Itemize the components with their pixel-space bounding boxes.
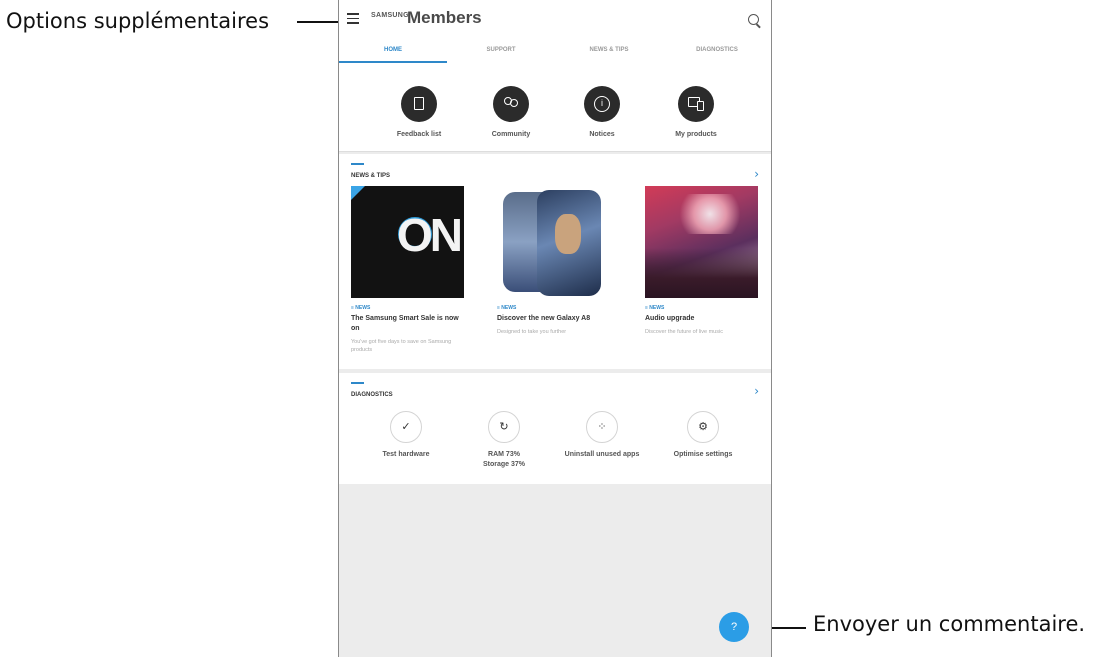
brand-label: SAMSUNG xyxy=(371,12,409,19)
checkmark-icon: ✓ xyxy=(390,411,422,443)
tab-support[interactable]: SUPPORT xyxy=(447,41,555,65)
quick-action-community[interactable]: Community xyxy=(471,86,551,138)
quick-action-feedback-list[interactable]: Feedback list xyxy=(379,86,459,138)
news-card-tag: ≡ NEWS xyxy=(645,305,665,311)
diagnostics-title: DIAGNOSTICS xyxy=(351,392,393,398)
feedback-fab-button[interactable]: ? xyxy=(719,612,749,642)
app-header: SAMSUNG Members xyxy=(339,0,771,41)
document-icon xyxy=(401,86,437,122)
news-card[interactable]: ON ≡ NEWS The Samsung Smart Sale is now … xyxy=(351,186,464,354)
news-card-tag: ≡ NEWS xyxy=(351,305,371,311)
tab-news-tips[interactable]: NEWS & TIPS xyxy=(555,41,663,65)
search-icon[interactable] xyxy=(748,14,759,25)
quick-action-label: Notices xyxy=(589,131,615,138)
diagnostics-optimise-settings[interactable]: ⚙ Optimise settings xyxy=(658,411,748,460)
community-icon xyxy=(493,86,529,122)
news-card-image xyxy=(645,186,758,298)
quick-action-notices[interactable]: i Notices xyxy=(562,86,642,138)
diagnostics-label: RAM 73% Storage 37% xyxy=(459,450,549,470)
news-card-subtitle: You've got five days to save on Samsung … xyxy=(351,339,452,353)
ram-usage-label: RAM 73% xyxy=(488,451,520,458)
tab-home[interactable]: HOME xyxy=(339,41,447,65)
tab-bar: HOME SUPPORT NEWS & TIPS DIAGNOSTICS xyxy=(339,41,771,65)
news-card-image xyxy=(497,186,610,298)
news-card-subtitle: Discover the future of live music xyxy=(645,329,723,335)
news-card-title: Audio upgrade xyxy=(645,315,695,322)
chevron-right-icon[interactable]: › xyxy=(754,167,759,181)
section-accent xyxy=(351,382,364,384)
app-title: Members xyxy=(407,8,482,27)
info-icon: i xyxy=(584,86,620,122)
tab-diagnostics[interactable]: DIAGNOSTICS xyxy=(663,41,771,65)
news-card[interactable]: ≡ NEWS Discover the new Galaxy A8 Design… xyxy=(497,186,610,336)
news-card-image: ON xyxy=(351,186,464,298)
callout-send-feedback: Envoyer un commentaire. xyxy=(813,612,1086,636)
diagnostics-label: Optimise settings xyxy=(673,451,733,458)
callout-more-options: Options supplémentaires xyxy=(6,9,270,33)
diagnostics-test-hardware[interactable]: ✓ Test hardware xyxy=(361,411,451,460)
phone-screen: SAMSUNG Members HOME SUPPORT NEWS & TIPS… xyxy=(338,0,772,657)
quick-actions: Feedback list Community i Notices My pro… xyxy=(339,65,771,152)
quick-action-my-products[interactable]: My products xyxy=(656,86,736,138)
news-card-subtitle: Designed to take you further xyxy=(497,329,567,335)
hamburger-menu-icon[interactable] xyxy=(347,13,359,24)
news-card[interactable]: ≡ NEWS Audio upgrade Discover the future… xyxy=(645,186,758,336)
diagnostics-memory[interactable]: ↻ RAM 73% Storage 37% xyxy=(459,411,549,470)
quick-action-label: My products xyxy=(675,131,717,138)
callout-left-leader-line xyxy=(297,21,343,23)
section-accent xyxy=(351,163,364,165)
news-card-tag: ≡ NEWS xyxy=(497,305,517,311)
apps-grid-icon: ⁘ xyxy=(586,411,618,443)
quick-action-label: Feedback list xyxy=(396,131,442,138)
diagnostics-label: Test hardware xyxy=(382,451,430,458)
diagnostics-uninstall-apps[interactable]: ⁘ Uninstall unused apps xyxy=(557,411,647,460)
chevron-right-icon[interactable]: › xyxy=(754,384,759,398)
news-tips-title: NEWS & TIPS xyxy=(351,173,391,179)
refresh-icon: ↻ xyxy=(488,411,520,443)
diagnostics-label: Uninstall unused apps xyxy=(564,451,640,458)
devices-icon xyxy=(678,86,714,122)
settings-gear-icon: ⚙ xyxy=(687,411,719,443)
news-card-title: Discover the new Galaxy A8 xyxy=(497,315,591,322)
news-card-title: The Samsung Smart Sale is now on xyxy=(351,315,459,332)
storage-usage-label: Storage 37% xyxy=(482,461,526,468)
quick-action-label: Community xyxy=(491,131,531,138)
